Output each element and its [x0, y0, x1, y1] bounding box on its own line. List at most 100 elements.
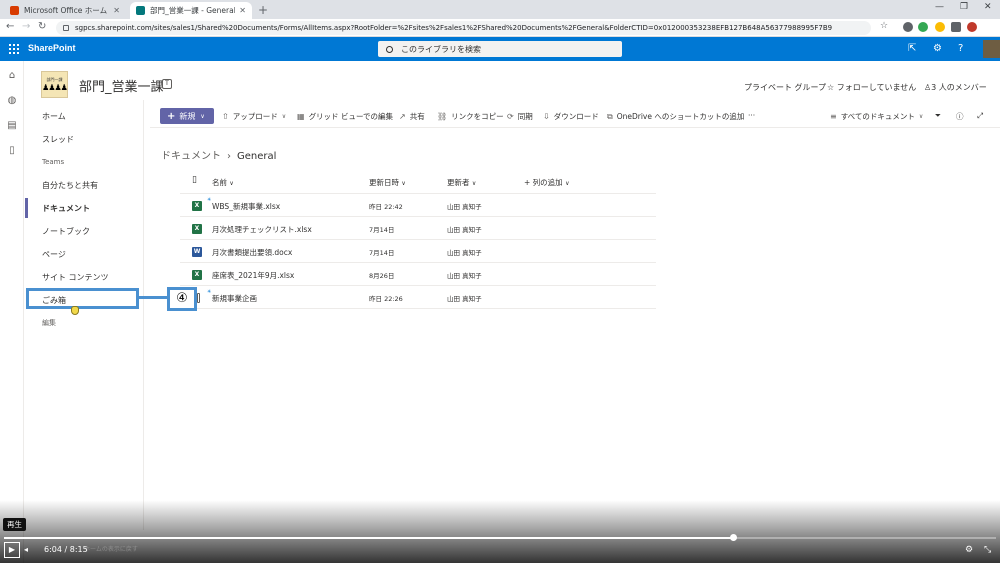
onedrive-shortcut-button[interactable]: ⧉ OneDrive へのショートカットの追加: [607, 111, 744, 122]
video-progress-bar[interactable]: [4, 534, 996, 541]
settings-gear-icon[interactable]: ⚙: [933, 43, 942, 54]
new-tab-button[interactable]: +: [258, 3, 268, 17]
table-row[interactable]: X 座席表_2021年9月.xlsx 8月26日 山田 真知子: [180, 263, 656, 286]
play-button[interactable]: ▶: [4, 542, 20, 558]
current-time: 6:04: [44, 545, 62, 554]
members-button[interactable]: ♙3 人のメンバー: [924, 82, 987, 93]
folder-icon: [197, 293, 200, 303]
filter-icon[interactable]: ⏷: [935, 111, 941, 121]
new-button-label: 新規: [179, 111, 196, 121]
nav-item-notebook[interactable]: ノートブック: [25, 221, 143, 241]
sync-icon: ⟳: [507, 112, 514, 121]
video-settings-gear-icon[interactable]: ⚙: [965, 545, 973, 555]
extension-icon[interactable]: [935, 22, 945, 32]
browser-tab-office[interactable]: Microsoft Office ホーム ✕: [4, 2, 126, 19]
grid-icon: ▦: [297, 112, 305, 121]
modified-by-header-label: 更新者: [447, 178, 470, 187]
close-tab-icon[interactable]: ✕: [239, 6, 246, 15]
maximize-button[interactable]: ❐: [960, 2, 968, 12]
fullscreen-icon[interactable]: ⤡: [984, 545, 991, 555]
excel-file-icon: X: [192, 270, 202, 280]
new-button[interactable]: + 新規 ∨: [160, 108, 214, 124]
help-icon[interactable]: ?: [958, 43, 963, 54]
chevron-down-icon: ∨: [281, 113, 287, 120]
sharepoint-brand[interactable]: SharePoint: [28, 43, 76, 53]
grid-view-edit-button[interactable]: ▦ グリッド ビューでの編集: [297, 111, 393, 122]
bookmark-star-icon[interactable]: ☆: [880, 21, 888, 31]
copy-link-button[interactable]: ⛓ リンクをコピー: [437, 111, 504, 122]
file-name[interactable]: 月次書類提出要領.docx: [212, 247, 292, 258]
nav-item-threads[interactable]: スレッド: [25, 129, 143, 149]
reload-icon[interactable]: ↻: [38, 21, 46, 32]
user-avatar[interactable]: [983, 40, 1000, 58]
document-icon[interactable]: ▯: [7, 146, 17, 156]
shortcut-icon: ⧉: [607, 111, 613, 121]
file-name[interactable]: 新規事業企画: [212, 293, 257, 304]
nav-item-shared-with-us[interactable]: 自分たちと共有: [25, 175, 143, 195]
share-button[interactable]: ↗ 共有: [399, 111, 425, 122]
table-row[interactable]: X 月次処理チェックリスト.xlsx 7月14日 山田 真知子: [180, 217, 656, 240]
address-bar[interactable]: sgpcs.sharepoint.com/sites/sales1/Shared…: [56, 21, 871, 35]
chevron-right-icon: ›: [227, 151, 231, 162]
volume-icon[interactable]: ◂: [24, 545, 28, 554]
camera-extension-icon[interactable]: [903, 22, 913, 32]
nav-item-pages[interactable]: ページ: [25, 244, 143, 264]
back-arrow-icon[interactable]: ←: [6, 21, 14, 32]
nav-divider: [143, 100, 144, 530]
nav-item-site-contents[interactable]: サイト コンテンツ: [25, 267, 143, 287]
minimize-button[interactable]: —: [935, 2, 944, 12]
site-logo[interactable]: 部門一課 ♟♟♟♟: [41, 71, 68, 98]
library-search-input[interactable]: このライブラリを検索: [378, 41, 622, 57]
modified-date: 8月26日: [369, 272, 395, 280]
news-icon[interactable]: ▤: [7, 121, 17, 131]
teams-icon[interactable]: T: [162, 79, 172, 89]
column-header-modified-by[interactable]: 更新者 ∨: [447, 177, 476, 188]
chevron-down-icon: ∨: [229, 180, 234, 187]
column-header-modified[interactable]: 更新日時 ∨: [369, 177, 406, 188]
app-launcher-waffle-icon[interactable]: [9, 44, 19, 54]
view-selector[interactable]: ≡ すべてのドキュメント ∨: [830, 111, 927, 122]
upload-button[interactable]: ⇧ アップロード ∨: [222, 111, 290, 122]
file-name[interactable]: 月次処理チェックリスト.xlsx: [212, 224, 312, 235]
extension-icon[interactable]: [918, 22, 928, 32]
file-name[interactable]: WBS_新規事業.xlsx: [212, 201, 280, 212]
step-number-badge: ④: [167, 287, 197, 311]
globe-icon[interactable]: ◍: [7, 96, 17, 106]
upload-icon: ⇧: [222, 112, 229, 121]
forward-arrow-icon[interactable]: →: [22, 21, 30, 32]
follow-button[interactable]: ☆ フォローしていません: [827, 82, 916, 93]
browser-tab-label: Microsoft Office ホーム: [24, 6, 108, 15]
close-tab-icon[interactable]: ✕: [113, 6, 120, 15]
nav-edit-link[interactable]: 編集: [25, 313, 143, 333]
table-row[interactable]: X ✳ WBS_新規事業.xlsx 昨日 22:42 山田 真知子: [180, 194, 656, 217]
suite-bar: SharePoint このライブラリを検索 ⇱ ⚙ ?: [0, 37, 1000, 61]
info-icon[interactable]: ⓘ: [956, 111, 964, 122]
video-controls-gradient: [0, 500, 1000, 563]
plus-icon: +: [524, 178, 533, 187]
browser-tab-sharepoint[interactable]: 部門_営業一課 - General - すべて ✕: [130, 2, 252, 19]
file-type-header-icon[interactable]: ▯: [192, 175, 197, 185]
table-row[interactable]: W 月次書類提出要領.docx 7月14日 山田 真知子: [180, 240, 656, 263]
breadcrumb-root[interactable]: ドキュメント: [161, 151, 221, 162]
profile-avatar[interactable]: [967, 22, 977, 32]
expand-icon[interactable]: ⤢: [977, 111, 983, 121]
more-commands-button[interactable]: ···: [748, 111, 755, 120]
sync-button[interactable]: ⟳ 同期: [507, 111, 533, 122]
nav-item-documents[interactable]: ドキュメント: [25, 198, 143, 218]
sharepoint-favicon-icon: [136, 6, 145, 15]
chevron-down-icon: ∨: [471, 180, 477, 187]
download-button[interactable]: ⇩ ダウンロード: [543, 111, 599, 122]
video-progress-fill: [4, 537, 734, 539]
puzzle-extensions-icon[interactable]: [951, 22, 961, 32]
close-window-button[interactable]: ✕: [984, 2, 992, 12]
plus-icon: +: [167, 110, 176, 122]
table-row[interactable]: ✳ 新規事業企画 昨日 22:26 山田 真知子: [180, 286, 656, 309]
site-title[interactable]: 部門_営業一課: [79, 76, 164, 95]
nav-item-home[interactable]: ホーム: [25, 106, 143, 126]
file-name[interactable]: 座席表_2021年9月.xlsx: [212, 270, 294, 281]
feedback-icon[interactable]: ⇱: [908, 43, 916, 54]
add-column-button[interactable]: + 列の追加 ∨: [524, 177, 569, 188]
home-icon[interactable]: ⌂: [7, 71, 17, 81]
column-header-name[interactable]: 名前 ∨: [212, 177, 234, 188]
nav-item-teams[interactable]: Teams: [25, 152, 143, 172]
